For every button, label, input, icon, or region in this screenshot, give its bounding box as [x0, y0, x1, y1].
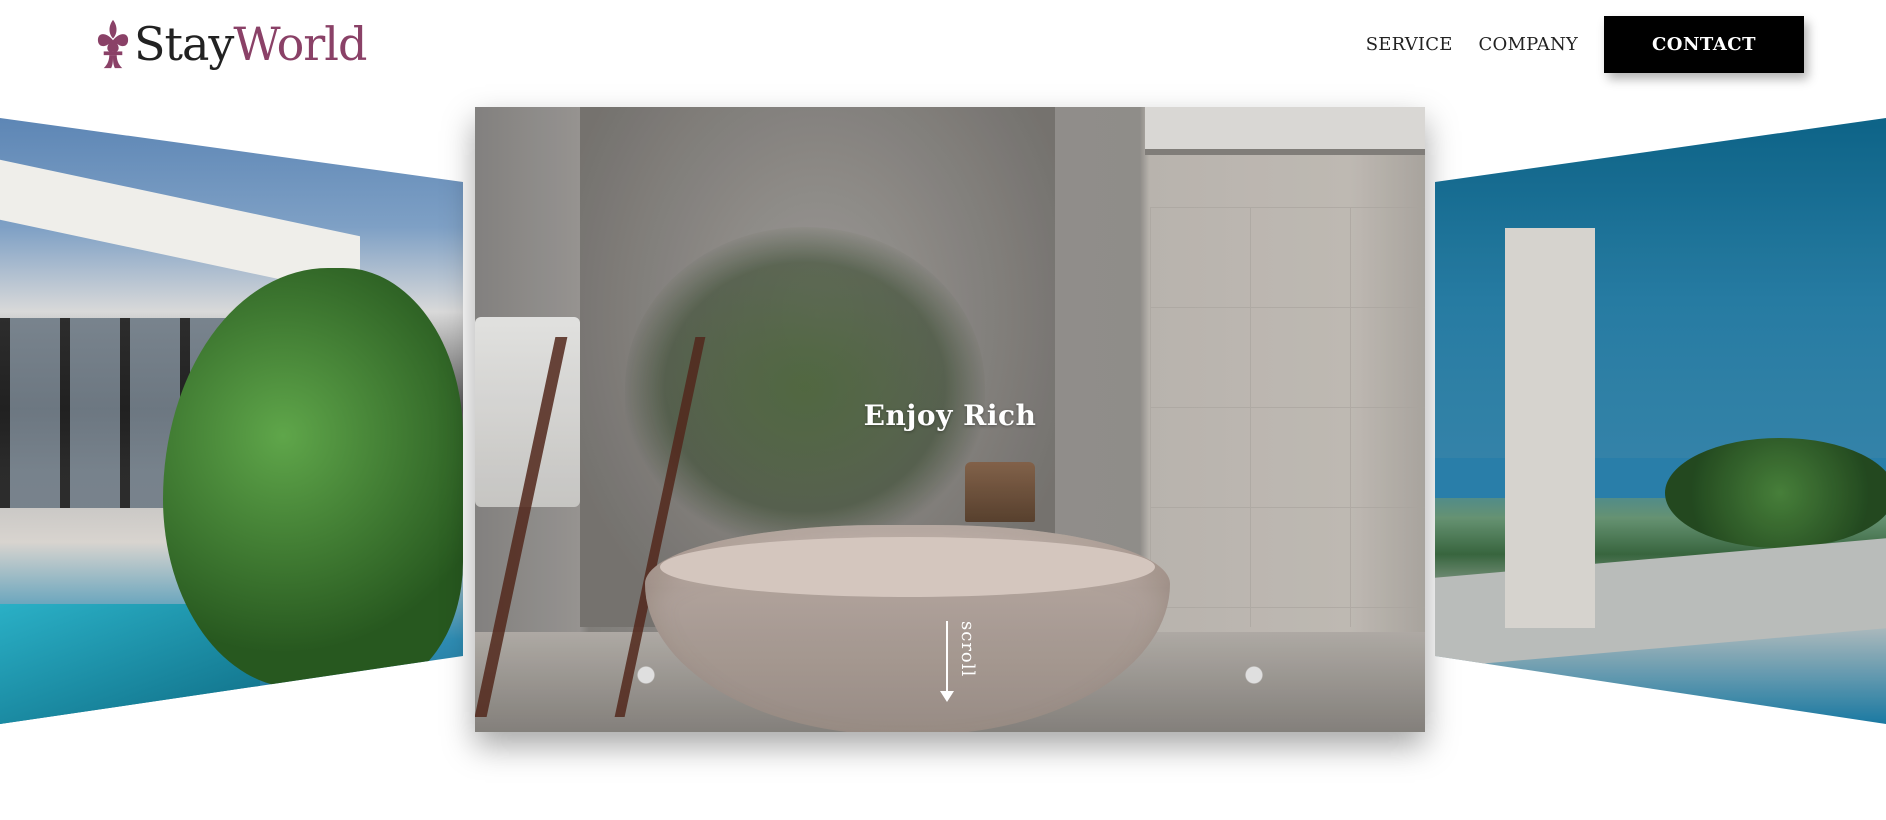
slide-shade — [1435, 118, 1886, 724]
slide-previous[interactable] — [0, 118, 463, 724]
scroll-label: scroll — [957, 621, 978, 678]
slide-next[interactable] — [1435, 118, 1886, 724]
slide-active[interactable]: Enjoy Rich scroll — [475, 107, 1425, 732]
scroll-indicator[interactable]: scroll — [935, 621, 995, 711]
scroll-arrow-icon — [940, 691, 954, 702]
hero-title: Enjoy Rich — [863, 399, 1037, 432]
image-carousel: Enjoy Rich scroll — [0, 0, 1886, 820]
scroll-line — [946, 621, 948, 699]
